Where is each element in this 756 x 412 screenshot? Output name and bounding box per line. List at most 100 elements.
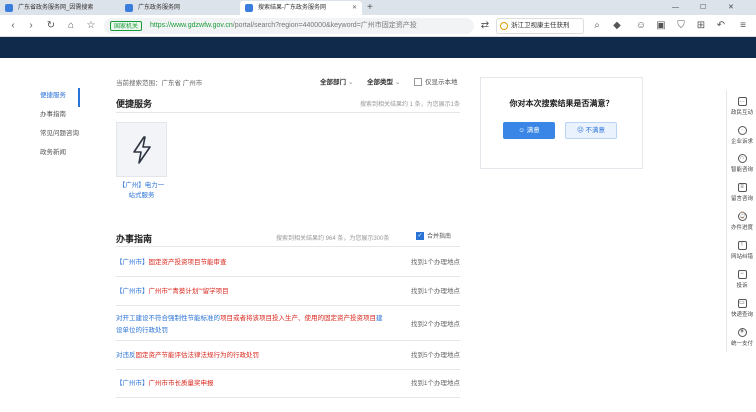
guide-row-title[interactable]: 【广州市】固定资产投资项目节能审查 [116,257,384,269]
game-icon[interactable]: ▣ [654,19,668,33]
show-local-checkbox[interactable]: 仅显示本地 [414,76,458,87]
site-header-banner [0,37,756,58]
float-item-label: 统一支付 [730,341,753,347]
checkbox-icon[interactable] [414,78,422,87]
site-favicon-icon [245,4,253,12]
row-divider [116,369,460,370]
close-tab-icon[interactable]: ✕ [352,1,357,15]
grid-menu-icon[interactable]: ⊞ [694,19,708,33]
float-item-label: 办件进度 [730,225,753,231]
new-tab-button[interactable]: + [367,0,373,15]
row-divider [116,276,460,277]
nav-item-guide[interactable]: 办事指南 [28,107,80,126]
nav-item-news[interactable]: 政务新闻 [28,145,80,164]
satisfied-button[interactable]: ☺ 满意 [503,122,555,139]
profile-icon[interactable]: ☺ [634,19,648,33]
reload-icon[interactable]: ↻ [44,19,58,33]
guide-row-location-count: 找到5个办理地点 [410,352,460,359]
guide-row-title[interactable]: 对开工建设不符合强制性节能标准的项目或者将该项目投入生产、使用的固定资产投资项目… [116,313,384,337]
guide-row-location-count: 找到1个办理地点 [410,380,460,387]
complaint-icon: − [737,270,747,279]
float-item-label: 企业诉求 [730,139,753,145]
guide-row-title[interactable]: 对违反固定资产节能评估法律法规行为的行政处罚 [116,350,384,362]
tab-title: 广东政务服务网 [138,5,181,11]
url-text[interactable]: https://www.gdzwfw.gov.cn/portal/search?… [150,18,450,34]
float-item-message[interactable]: ≡ 留言咨询 [727,183,756,202]
shield-icon[interactable]: ⛉ [674,19,688,33]
row-divider [116,340,460,341]
tab-title: 广东省政务服务网_因需搜索 [18,5,94,11]
right-float-bar: … 政民互动 · 企业诉求 ∩ 智能咨询 ≡ 留言咨询 ⌚ 办件进度 ! 网站纠错 − 投诉 … [726,90,756,352]
float-item-express[interactable]: ▭ 快递查询 [727,299,756,318]
package-icon: ▭ [737,299,747,308]
row-divider [116,397,460,398]
browser-tab-bar: 广东省政务服务网_因需搜索 广东政务服务网 搜索结果-广东政务服务网 ✕ + —… [0,0,756,15]
float-item-enterprise[interactable]: · 企业诉求 [727,126,756,145]
chevron-down-icon: ⌄ [395,79,401,86]
browser-tab-2[interactable]: 广东政务服务网 [120,1,238,15]
secure-site-badge: 国家机关 [110,21,143,31]
undo-icon[interactable]: ↶ [714,19,728,33]
type-filter-dropdown[interactable]: 全部类型 ⌄ [367,76,400,86]
chevron-down-icon: ⌄ [348,79,354,86]
search-box-text: 浙江卫视康主任获刑 [511,22,570,29]
browser-tab-1[interactable]: 广东省政务服务网_因需搜索 [0,1,118,15]
minimize-icon[interactable]: — [672,0,679,15]
float-item-payment[interactable]: ¥ 统一支付 [727,328,756,347]
float-item-label: 快递查询 [730,312,753,318]
chat-icon: … [737,97,747,106]
search-scope-text: 当前搜索范围：广东省 广州市 [116,80,203,87]
menu-icon[interactable]: ≡ [736,19,750,33]
float-item-label: 网站纠错 [730,254,753,260]
guide-row-title[interactable]: 【广州市】广州市市长质量奖申报 [116,378,384,390]
browser-tab-3-active[interactable]: 搜索结果-广东政务服务网 ✕ [240,1,362,15]
row-divider [116,305,460,306]
headset-icon: ∩ [737,154,747,163]
search-icon[interactable]: ⌕ [590,19,604,33]
lightning-icon [116,122,167,177]
service-card-electric[interactable]: 【广州】电力一站式服务 [116,122,167,203]
guide-result-count: 搜索到相关结果约 964 条，为您展示300条 [276,236,390,242]
bookmark-star-icon[interactable]: ☆ [84,19,98,33]
float-item-label: 政民互动 [730,110,753,116]
tab-title: 搜索结果-广东政务服务网 [258,5,326,11]
guide-row-location-count: 找到2个办理地点 [410,321,460,328]
extension-icon[interactable]: ◆ [610,19,624,33]
left-nav: 便捷服务 办事指南 常见问题咨询 政务新闻 [28,88,80,164]
search-engine-icon [500,22,508,30]
message-icon: ≡ [737,183,747,192]
browser-toolbar: ‹ › ↻ ⌂ ☆ 国家机关 https://www.gdzwfw.gov.cn… [0,15,756,37]
clipboard-icon: ! [737,241,747,250]
convenient-result-count: 搜索到相关结果约 1 条，为您展示1条 [359,102,460,108]
back-icon[interactable]: ‹ [6,19,20,33]
float-item-interaction[interactable]: … 政民互动 [727,97,756,116]
unsatisfied-button[interactable]: ☹ 不满意 [565,122,617,139]
site-favicon-icon [5,4,13,12]
dept-filter-dropdown[interactable]: 全部部门 ⌄ [320,76,353,86]
checkbox-checked-icon[interactable]: ✓ [416,232,424,241]
satisfaction-panel: 你对本次搜索结果是否满意？ ☺ 满意 ☹ 不满意 [480,77,643,169]
section-title-convenient: 便捷服务 [116,99,153,109]
float-item-smart-consult[interactable]: ∩ 智能咨询 [727,154,756,173]
nav-item-faq[interactable]: 常见问题咨询 [28,126,80,145]
nav-item-convenient[interactable]: 便捷服务 [28,88,80,107]
address-bar[interactable]: 国家机关 https://www.gdzwfw.gov.cn/portal/se… [104,18,474,34]
close-window-icon[interactable]: ✕ [728,0,734,15]
forward-icon[interactable]: › [24,19,38,33]
guide-row-location-count: 找到1个办理地点 [410,259,460,266]
maximize-icon[interactable]: ☐ [700,0,706,15]
service-card-label: 【广州】电力一站式服务 [118,182,165,199]
float-item-progress[interactable]: ⌚ 办件进度 [727,212,756,231]
float-item-label: 投诉 [736,283,748,289]
section-divider [116,246,460,247]
float-item-correction[interactable]: ! 网站纠错 [727,241,756,260]
browser-search-box[interactable]: 浙江卫视康主任获刑 [496,18,584,34]
clock-icon: ⌚ [737,212,747,221]
enterprise-icon: · [737,126,747,135]
satisfaction-question: 你对本次搜索结果是否满意？ [509,99,614,108]
guide-row-title[interactable]: 【广州市】广州市“”青葵计划”“留学项目 [116,286,384,298]
float-item-complaint[interactable]: − 投诉 [727,270,756,289]
translate-icon[interactable]: ⇄ [478,19,492,33]
merge-guide-checkbox[interactable]: ✓ 合并指南 [416,231,451,241]
home-icon[interactable]: ⌂ [64,19,78,33]
